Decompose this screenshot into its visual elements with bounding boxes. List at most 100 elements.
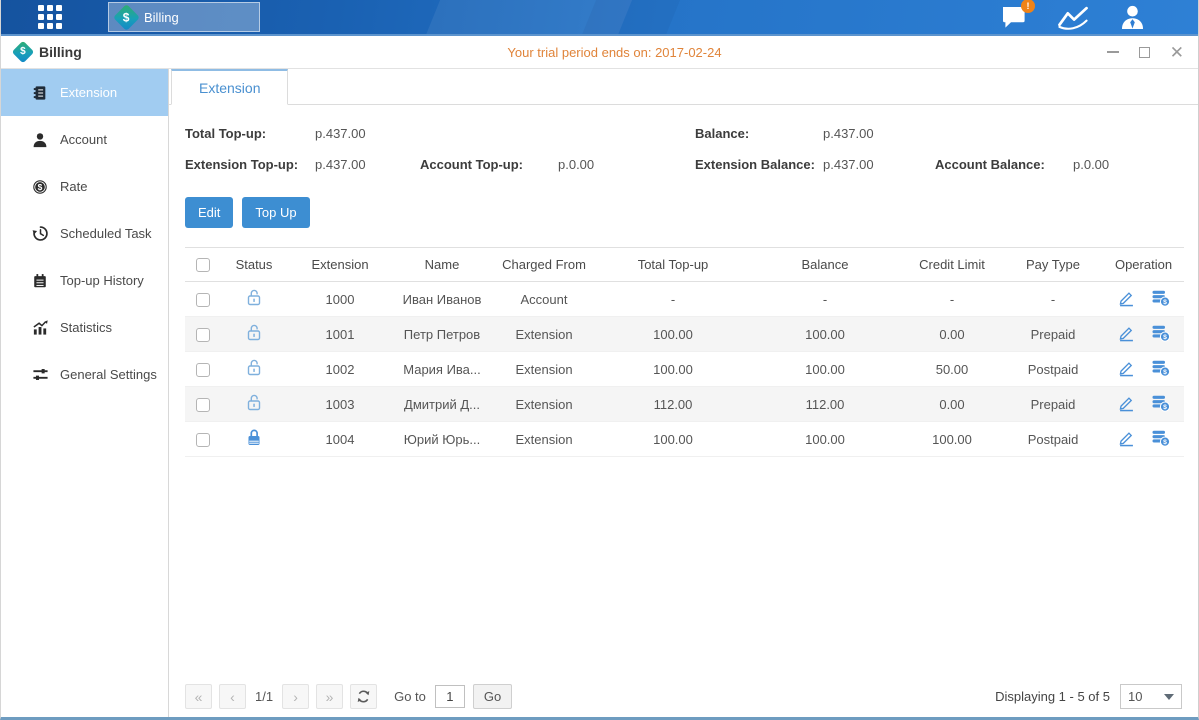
cell-credit-limit: 100.00: [901, 422, 1003, 457]
edit-button[interactable]: Edit: [185, 197, 233, 228]
go-to-label: Go to: [394, 689, 426, 704]
maximize-button[interactable]: [1139, 47, 1150, 58]
tab-extension[interactable]: Extension: [171, 69, 288, 105]
edit-pencil-icon[interactable]: [1118, 429, 1135, 447]
topbar-app-tab-billing[interactable]: $ Billing: [108, 2, 260, 32]
page-size-select[interactable]: 10: [1120, 684, 1182, 709]
table-row[interactable]: 1001 Петр Петров Extension 100.00 100.00…: [185, 317, 1184, 352]
account-balance-label: Account Balance:: [935, 157, 1073, 172]
unlocked-icon: [246, 323, 262, 342]
prev-page-button[interactable]: ‹: [219, 684, 246, 709]
top-up-button[interactable]: Top Up: [242, 197, 309, 228]
cell-pay-type: -: [1003, 282, 1103, 317]
edit-pencil-icon[interactable]: [1118, 289, 1135, 307]
table-row[interactable]: 1003 Дмитрий Д... Extension 112.00 112.0…: [185, 387, 1184, 422]
sidebar-item-label: Account: [60, 132, 107, 147]
trial-notice: Your trial period ends on: 2017-02-24: [185, 45, 1044, 60]
sidebar-item-label: Top-up History: [60, 273, 144, 288]
edit-pencil-icon[interactable]: [1118, 324, 1135, 342]
sidebar-item-account[interactable]: Account: [1, 116, 168, 163]
total-topup-value: p.437.00: [315, 126, 366, 141]
edit-pencil-icon[interactable]: [1118, 359, 1135, 377]
cell-extension: 1002: [287, 352, 393, 387]
topup-coins-icon[interactable]: $: [1151, 394, 1170, 412]
col-operation: Operation: [1103, 248, 1184, 282]
go-button[interactable]: Go: [473, 684, 512, 709]
edit-pencil-icon[interactable]: [1118, 394, 1135, 412]
topup-coins-icon[interactable]: $: [1151, 359, 1170, 377]
page-title: Billing: [39, 44, 82, 60]
stats-summary: Total Top-up: p.437.00 Extension Top-up:…: [169, 105, 1198, 180]
table-row[interactable]: 1004 Юрий Юрь... Extension 100.00 100.00…: [185, 422, 1184, 457]
history-clock-icon: [31, 225, 49, 242]
row-checkbox[interactable]: [196, 363, 210, 377]
cell-name: Дмитрий Д...: [393, 387, 491, 422]
toolbar: Edit Top Up: [169, 180, 1198, 228]
col-total-topup: Total Top-up: [597, 248, 749, 282]
sidebar-item-label: Rate: [60, 179, 87, 194]
select-all-checkbox[interactable]: [196, 258, 210, 272]
total-topup-label: Total Top-up:: [185, 126, 315, 141]
messages-icon[interactable]: !: [1001, 5, 1027, 29]
cell-pay-type: Prepaid: [1003, 317, 1103, 352]
close-button[interactable]: ✕: [1170, 47, 1184, 58]
billing-diamond-icon: $: [12, 41, 35, 64]
account-topup-label: Account Top-up:: [420, 157, 558, 172]
cell-extension: 1000: [287, 282, 393, 317]
notification-badge: !: [1021, 0, 1035, 13]
refresh-button[interactable]: [350, 684, 377, 709]
user-icon[interactable]: [1119, 4, 1146, 30]
bar-chart-icon: [31, 319, 49, 336]
topup-coins-icon[interactable]: $: [1151, 429, 1170, 447]
sidebar-item-statistics[interactable]: Statistics: [1, 304, 168, 351]
cell-credit-limit: 0.00: [901, 387, 1003, 422]
cell-name: Мария Ива...: [393, 352, 491, 387]
row-checkbox[interactable]: [196, 328, 210, 342]
cell-charged-from: Extension: [491, 352, 597, 387]
row-checkbox[interactable]: [196, 293, 210, 307]
cell-pay-type: Postpaid: [1003, 422, 1103, 457]
cell-charged-from: Extension: [491, 422, 597, 457]
pagination-bar: « ‹ 1/1 › » Go to Go Displaying 1: [185, 684, 1182, 709]
cell-balance: -: [749, 282, 901, 317]
table-row[interactable]: 1000 Иван Иванов Account - - - - $: [185, 282, 1184, 317]
cell-credit-limit: -: [901, 282, 1003, 317]
cell-name: Иван Иванов: [393, 282, 491, 317]
topup-coins-icon[interactable]: $: [1151, 289, 1170, 307]
minimize-button[interactable]: [1107, 51, 1119, 53]
cell-name: Юрий Юрь...: [393, 422, 491, 457]
col-balance: Balance: [749, 248, 901, 282]
sidebar-item-topup-history[interactable]: Top-up History: [1, 257, 168, 304]
sidebar-item-general-settings[interactable]: General Settings: [1, 351, 168, 398]
table-body: 1000 Иван Иванов Account - - - - $: [185, 282, 1184, 457]
sidebar-item-label: General Settings: [60, 367, 157, 382]
first-page-button[interactable]: «: [185, 684, 212, 709]
account-balance-value: p.0.00: [1073, 157, 1109, 172]
last-page-button[interactable]: »: [316, 684, 343, 709]
extension-table: Status Extension Name Charged From Total…: [185, 247, 1184, 457]
notebook-icon: [31, 273, 49, 289]
col-credit-limit: Credit Limit: [901, 248, 1003, 282]
apps-grid-icon[interactable]: [38, 5, 62, 29]
topup-coins-icon[interactable]: $: [1151, 324, 1170, 342]
sidebar-item-label: Extension: [60, 85, 117, 100]
cell-charged-from: Extension: [491, 317, 597, 352]
row-checkbox[interactable]: [196, 398, 210, 412]
go-to-page-input[interactable]: [435, 685, 465, 708]
sidebar-item-extension[interactable]: Extension: [1, 69, 168, 116]
sidebar-item-scheduled-task[interactable]: Scheduled Task: [1, 210, 168, 257]
table-header-row: Status Extension Name Charged From Total…: [185, 248, 1184, 282]
cell-charged-from: Extension: [491, 387, 597, 422]
next-page-button[interactable]: ›: [282, 684, 309, 709]
table-row[interactable]: 1002 Мария Ива... Extension 100.00 100.0…: [185, 352, 1184, 387]
resource-monitor-icon[interactable]: [1057, 5, 1089, 30]
sidebar-item-rate[interactable]: $ Rate: [1, 163, 168, 210]
cell-balance: 112.00: [749, 387, 901, 422]
cell-extension: 1003: [287, 387, 393, 422]
title-bar: $ Billing Your trial period ends on: 201…: [1, 36, 1198, 69]
row-checkbox[interactable]: [196, 433, 210, 447]
extension-topup-label: Extension Top-up:: [185, 157, 315, 172]
locked-icon: [246, 428, 262, 447]
app-window: $ Billing !: [0, 0, 1199, 720]
refresh-icon: [356, 689, 371, 704]
